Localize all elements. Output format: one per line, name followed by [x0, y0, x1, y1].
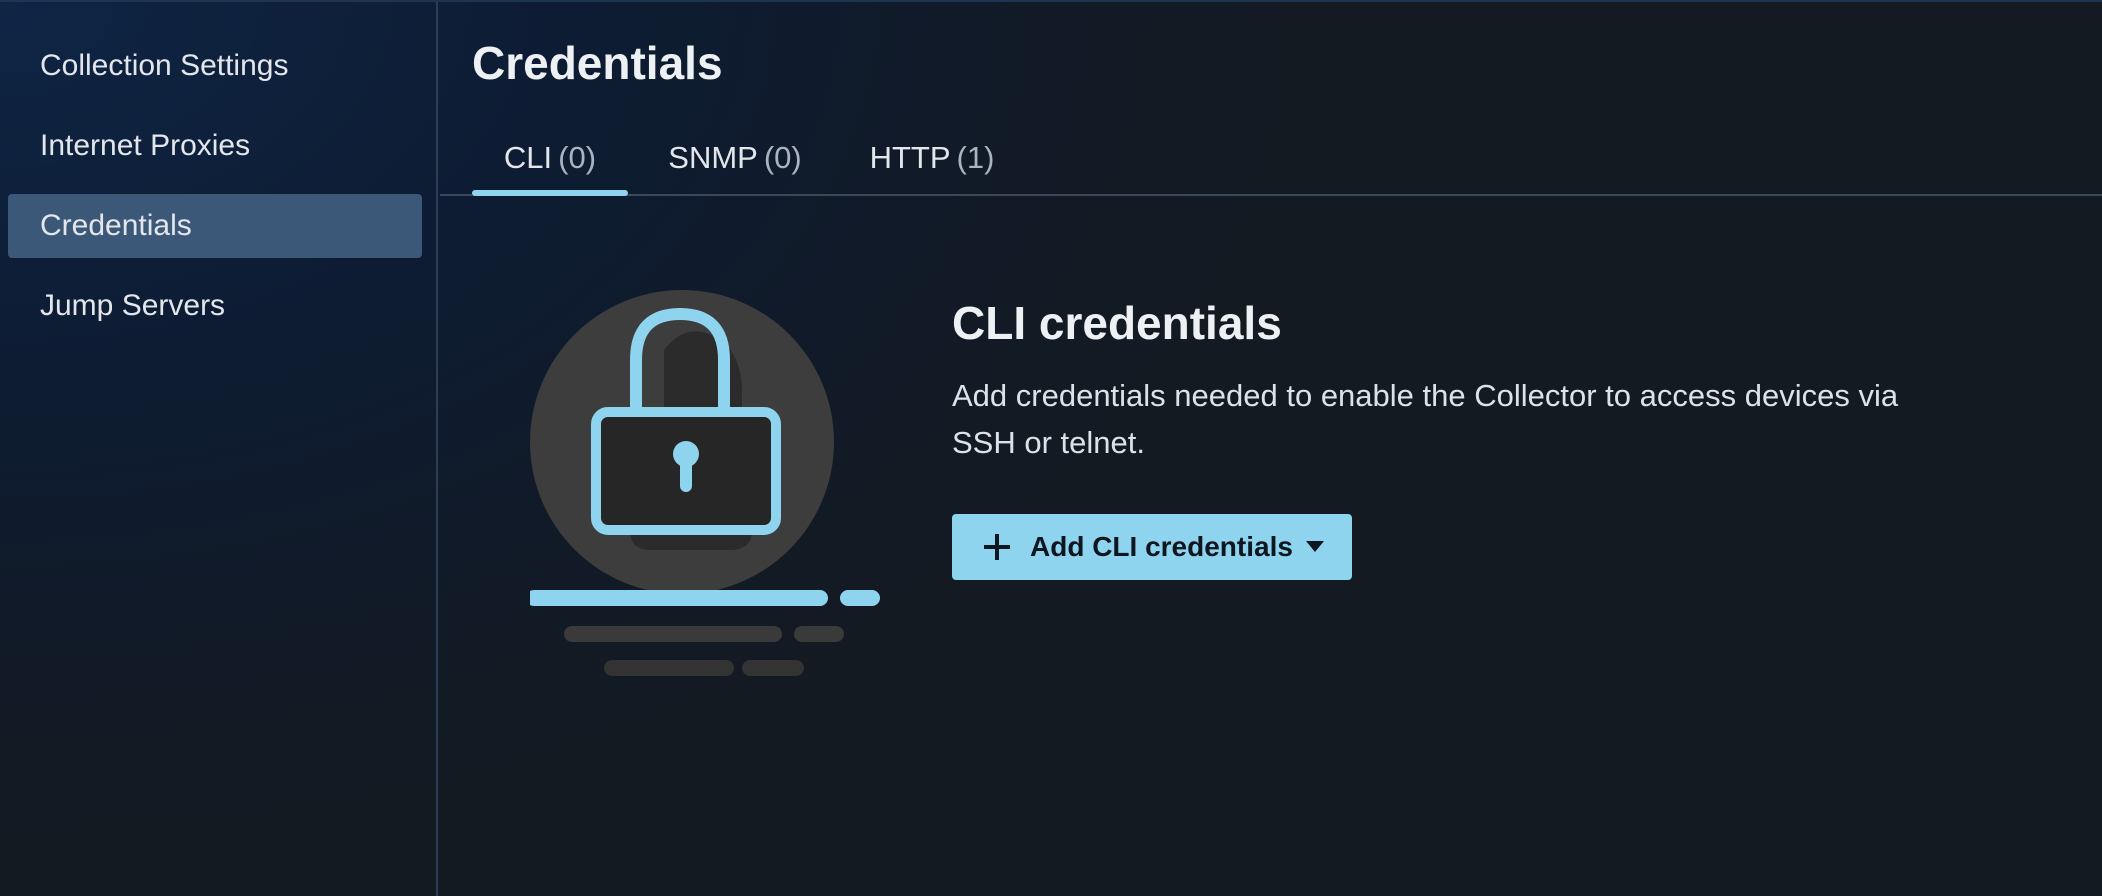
page-title: Credentials	[472, 37, 723, 89]
lock-icon	[526, 290, 880, 676]
lock-illustration	[526, 282, 890, 682]
sidebar: Collection Settings Internet Proxies Cre…	[0, 2, 438, 896]
empty-state-description: Add credentials needed to enable the Col…	[952, 378, 1899, 460]
credential-tabs: CLI (0) SNMP (0) HTTP (1)	[440, 122, 2102, 196]
tab-count: (0)	[558, 140, 597, 175]
empty-state-title: CLI credentials	[952, 297, 1282, 349]
plus-icon	[984, 534, 1010, 560]
tab-label: CLI	[503, 140, 553, 175]
sidebar-item-jump-servers[interactable]: Jump Servers	[8, 274, 422, 338]
main-content: Credentials CLI (0) SNMP (0) HTTP (1) CL…	[440, 2, 2102, 896]
chevron-down-icon[interactable]	[1306, 541, 1324, 553]
tab-label: HTTP	[869, 140, 951, 175]
tab-http[interactable]: HTTP (1)	[854, 122, 1010, 194]
tab-count: (0)	[763, 140, 802, 175]
add-button-label: Add CLI credentials	[1030, 531, 1293, 562]
sidebar-item-label: Internet Proxies	[40, 129, 251, 162]
tab-count: (1)	[956, 140, 995, 175]
sidebar-item-label: Collection Settings	[40, 49, 289, 82]
sidebar-item-credentials[interactable]: Credentials	[8, 194, 422, 258]
sidebar-item-label: Credentials	[40, 209, 192, 242]
sidebar-item-collection-settings[interactable]: Collection Settings	[8, 34, 422, 98]
tab-snmp[interactable]: SNMP (0)	[660, 122, 810, 194]
sidebar-item-internet-proxies[interactable]: Internet Proxies	[8, 114, 422, 178]
sidebar-item-label: Jump Servers	[40, 289, 226, 322]
tab-label: SNMP	[668, 140, 758, 175]
tab-cli[interactable]: CLI (0)	[472, 122, 628, 196]
add-cli-credentials-button[interactable]: Add CLI credentials	[952, 514, 1352, 580]
